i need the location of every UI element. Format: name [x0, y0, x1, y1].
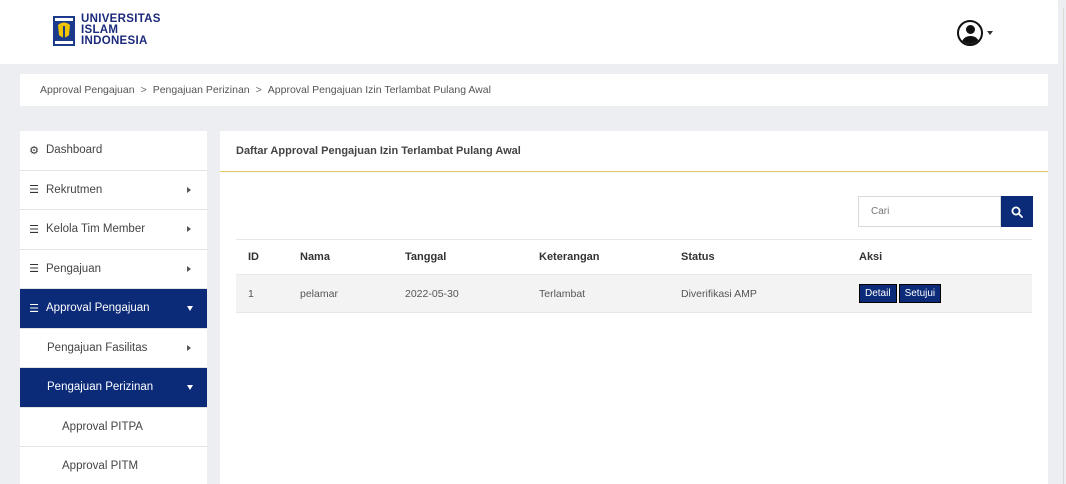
- chevron-right-icon: [187, 186, 191, 193]
- detail-button[interactable]: Detail: [859, 284, 897, 303]
- column-header-tanggal: Tanggal: [393, 239, 527, 275]
- logo-emblem-icon: [53, 15, 75, 46]
- caret-down-icon: [987, 31, 993, 35]
- sidebar-item-pengajuan-perizinan[interactable]: Pengajuan Perizinan: [20, 368, 207, 408]
- cell-tanggal: 2022-05-30: [393, 274, 527, 313]
- profile-menu[interactable]: [957, 20, 993, 46]
- sidebar-item-approval-pitm[interactable]: Approval PITM: [20, 447, 207, 484]
- main-panel: Daftar Approval Pengajuan Izin Terlambat…: [220, 131, 1048, 484]
- sidebar-item-dashboard[interactable]: ⚙ Dashboard: [20, 131, 207, 171]
- sidebar-item-approval-pengajuan[interactable]: ☰ Approval Pengajuan: [20, 289, 207, 329]
- search-button[interactable]: [1001, 196, 1033, 227]
- sidebar-item-kelola-tim-member[interactable]: ☰ Kelola Tim Member: [20, 210, 207, 250]
- sidebar-item-label: Approval PITPA: [62, 420, 143, 433]
- breadcrumb-separator: >: [255, 84, 262, 96]
- sidebar-item-label: Rekrutmen: [46, 183, 103, 196]
- list-icon: ☰: [29, 184, 39, 197]
- dashboard-icon: ⚙: [29, 144, 39, 157]
- table-header-row: ID Nama Tanggal Keterangan Status Aksi: [236, 239, 1032, 275]
- cell-keterangan: Terlambat: [527, 274, 669, 313]
- sidebar-item-pengajuan[interactable]: ☰ Pengajuan: [20, 249, 207, 289]
- sidebar-item-label: Approval Pengajuan: [46, 302, 150, 315]
- cell-nama: pelamar: [288, 274, 393, 313]
- column-header-keterangan: Keterangan: [527, 239, 669, 275]
- breadcrumb-item[interactable]: Pengajuan Perizinan: [153, 84, 250, 96]
- sidebar: ⚙ Dashboard ☰ Rekrutmen ☰ Kelola Tim Mem…: [20, 131, 207, 484]
- sidebar-item-label: Kelola Tim Member: [46, 223, 146, 236]
- breadcrumb-item[interactable]: Approval Pengajuan: [40, 84, 135, 96]
- logo-text: UNIVERSITAS ISLAM INDONESIA: [81, 13, 161, 47]
- column-header-aksi: Aksi: [847, 239, 1032, 275]
- list-icon: ☰: [29, 263, 39, 276]
- list-icon: ☰: [29, 223, 39, 236]
- sidebar-item-label: Pengajuan Fasilitas: [47, 341, 148, 354]
- sidebar-item-label: Pengajuan: [46, 262, 101, 275]
- chevron-down-icon: [187, 306, 193, 311]
- logo-line-3: INDONESIA: [81, 35, 148, 47]
- approval-table: ID Nama Tanggal Keterangan Status Aksi 1…: [236, 239, 1032, 313]
- column-header-id: ID: [236, 239, 288, 275]
- chevron-right-icon: [187, 265, 191, 272]
- breadcrumb-separator: >: [140, 84, 147, 96]
- cell-status: Diverifikasi AMP: [669, 274, 847, 313]
- table-row: 1 pelamar 2022-05-30 Terlambat Diverifik…: [236, 274, 1032, 313]
- setujui-button[interactable]: Setujui: [898, 284, 942, 303]
- sidebar-item-label: Dashboard: [46, 144, 103, 157]
- sidebar-item-pengajuan-fasilitas[interactable]: Pengajuan Fasilitas: [20, 328, 207, 368]
- column-header-nama: Nama: [288, 239, 393, 275]
- search-icon: [1011, 206, 1023, 218]
- chevron-down-icon: [187, 385, 193, 390]
- sidebar-item-label: Pengajuan Perizinan: [47, 381, 154, 394]
- sidebar-item-label: Approval PITM: [62, 460, 139, 473]
- breadcrumb-current: Approval Pengajuan Izin Terlambat Pulang…: [267, 84, 491, 96]
- top-header: UNIVERSITAS ISLAM INDONESIA: [0, 0, 1058, 64]
- university-logo[interactable]: UNIVERSITAS ISLAM INDONESIA: [52, 13, 161, 47]
- user-avatar-icon: [957, 20, 983, 46]
- sidebar-item-approval-pitpa[interactable]: Approval PITPA: [20, 407, 207, 447]
- chevron-right-icon: [187, 226, 191, 232]
- chevron-right-icon: [187, 344, 191, 351]
- column-header-status: Status: [669, 239, 847, 275]
- cell-id: 1: [236, 274, 288, 313]
- search-input[interactable]: [858, 196, 1001, 227]
- breadcrumb: Approval Pengajuan > Pengajuan Perizinan…: [20, 74, 1048, 106]
- cell-aksi: Detail Setujui: [847, 274, 1032, 313]
- panel-title: Daftar Approval Pengajuan Izin Terlambat…: [220, 131, 1048, 172]
- list-icon: ☰: [29, 302, 39, 315]
- sidebar-item-rekrutmen[interactable]: ☰ Rekrutmen: [20, 170, 207, 210]
